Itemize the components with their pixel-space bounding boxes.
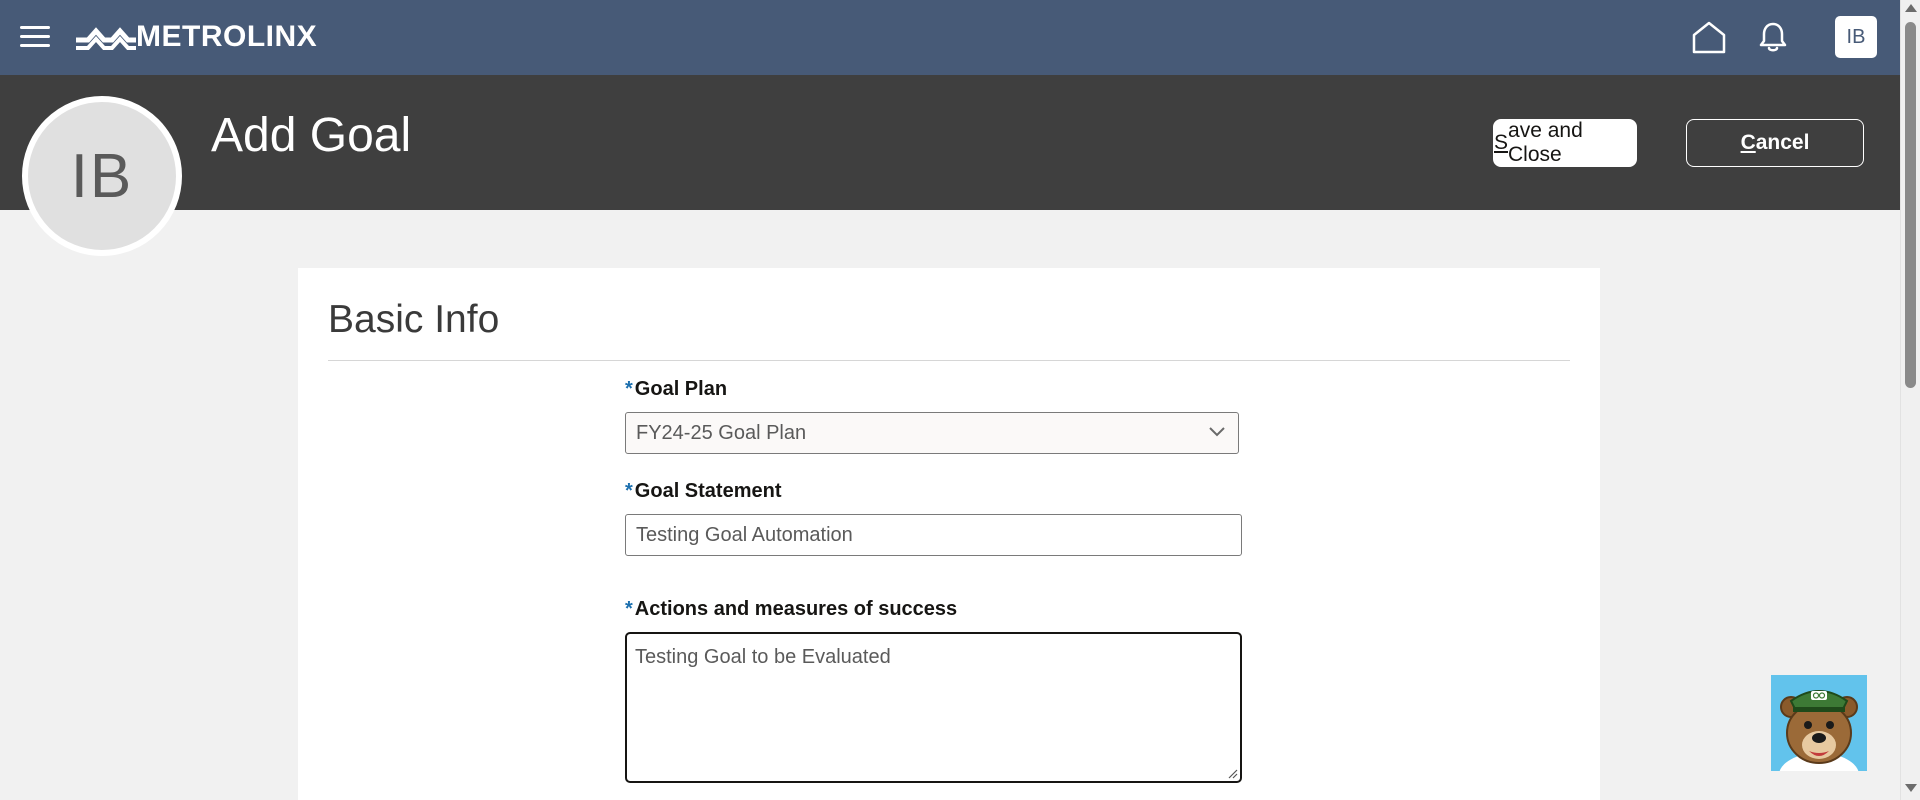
section-divider [328, 360, 1570, 361]
scroll-up-arrow-icon[interactable] [1905, 4, 1917, 12]
cancel-button[interactable]: Cancel [1686, 119, 1864, 167]
save-and-close-button[interactable]: Save and Close [1493, 119, 1637, 167]
avatar: IB [22, 96, 182, 256]
actions-textarea[interactable]: Testing Goal to be Evaluated [625, 632, 1242, 783]
bear-mascot-icon[interactable] [1771, 675, 1867, 771]
scroll-thumb[interactable] [1905, 22, 1916, 388]
actions-value: Testing Goal to be Evaluated [635, 646, 891, 668]
actions-label-text: Actions and measures of success [634, 598, 958, 620]
required-marker: * [625, 378, 633, 400]
hamburger-menu-icon[interactable] [20, 26, 50, 48]
brand-name: METROLINX [136, 20, 318, 53]
goal-statement-label-text: Goal Statement [634, 480, 782, 502]
goal-statement-value: Testing Goal Automation [636, 523, 853, 546]
page-title: Add Goal [211, 109, 412, 162]
cancel-accesskey: C [1740, 131, 1756, 154]
home-icon[interactable] [1690, 18, 1728, 56]
goal-plan-value: FY24-25 Goal Plan [636, 421, 807, 444]
bell-icon[interactable] [1756, 20, 1790, 54]
goal-plan-select[interactable]: FY24-25 Goal Plan [625, 412, 1239, 454]
cancel-label: ancel [1755, 131, 1810, 154]
bear-mascot-graphic [1771, 675, 1867, 771]
actions-label: * Actions and measures of success [625, 598, 957, 621]
top-navigation-bar: METROLINX IB [0, 0, 1900, 75]
user-menu-avatar[interactable]: IB [1835, 16, 1877, 58]
metrolinx-logo[interactable]: METROLINX [74, 20, 317, 54]
vertical-scrollbar[interactable] [1900, 0, 1920, 800]
goal-plan-label-text: Goal Plan [634, 378, 728, 400]
basic-info-card: Basic Info * Goal Plan FY24-25 Goal Plan … [298, 268, 1600, 800]
goal-statement-label: * Goal Statement [625, 480, 782, 503]
resize-grip-icon[interactable] [1226, 767, 1238, 779]
goal-statement-input[interactable]: Testing Goal Automation [625, 514, 1242, 556]
required-marker: * [625, 598, 633, 620]
goal-plan-label: * Goal Plan [625, 378, 727, 401]
chevron-down-icon [1209, 427, 1225, 437]
scroll-down-arrow-icon[interactable] [1905, 784, 1917, 792]
required-marker: * [625, 480, 633, 502]
metrolinx-logo-mark-icon [76, 27, 136, 50]
section-title: Basic Info [328, 298, 500, 341]
save-accesskey: S [1494, 131, 1509, 154]
save-label: ave and Close [1508, 119, 1583, 166]
